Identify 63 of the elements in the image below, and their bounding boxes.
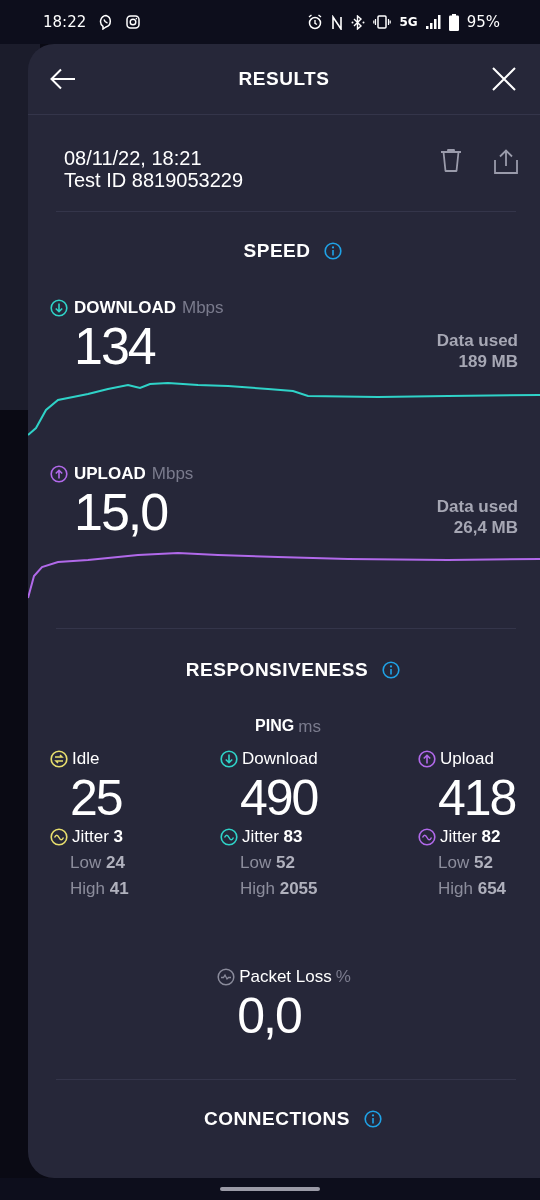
data-used-label: Data used bbox=[436, 496, 518, 517]
data-used-label: Data used bbox=[436, 330, 518, 351]
packet-loss-value: 0,0 bbox=[237, 987, 301, 1045]
high-text: High 2055 bbox=[239, 879, 319, 899]
jitter-text: Jitter 3 bbox=[72, 827, 124, 847]
packet-loss-icon bbox=[217, 968, 236, 986]
battery-icon bbox=[448, 13, 459, 31]
nfc-icon bbox=[331, 14, 344, 30]
ping-label: PING bbox=[255, 717, 295, 736]
close-button[interactable] bbox=[490, 65, 518, 93]
ping-value: 418 bbox=[437, 769, 517, 827]
signal-icon bbox=[425, 15, 441, 29]
screen-title: RESULTS bbox=[238, 68, 330, 90]
alarm-icon bbox=[307, 14, 324, 30]
unit-label: ms bbox=[298, 717, 321, 737]
section-title: CONNECTIONS bbox=[204, 1108, 350, 1130]
info-icon[interactable] bbox=[363, 1110, 382, 1128]
section-title: RESPONSIVENESS bbox=[185, 659, 369, 681]
ping-value: 490 bbox=[239, 769, 319, 827]
back-arrow-icon bbox=[50, 68, 76, 90]
unit-label: Mbps bbox=[151, 464, 194, 484]
close-icon bbox=[492, 67, 516, 91]
jitter-text: Jitter 83 bbox=[242, 827, 303, 847]
low-text: Low 24 bbox=[69, 853, 126, 873]
speed-value: 15,0 bbox=[74, 484, 168, 540]
bluetooth-icon bbox=[351, 14, 366, 30]
download-icon bbox=[50, 299, 68, 317]
data-used-value: 26,4 MB bbox=[453, 517, 518, 538]
metric-label: DOWNLOAD bbox=[74, 298, 176, 318]
info-icon[interactable] bbox=[382, 661, 401, 679]
clock-time: 18:22 bbox=[43, 13, 87, 31]
ping-type-label: Idle bbox=[72, 749, 100, 769]
high-text: High 654 bbox=[437, 879, 508, 899]
unit-label: % bbox=[335, 967, 351, 987]
jitter-text: Jitter 82 bbox=[440, 827, 501, 847]
share-icon bbox=[494, 149, 518, 174]
vibrate-icon bbox=[373, 15, 392, 29]
packet-loss-label: Packet Loss bbox=[239, 967, 332, 987]
ping-type-label: Upload bbox=[440, 749, 494, 769]
speed-value: 134 bbox=[74, 318, 155, 374]
jitter-icon bbox=[50, 828, 68, 846]
camera-icon bbox=[126, 15, 141, 29]
jitter-icon bbox=[220, 828, 238, 846]
low-text: Low 52 bbox=[239, 853, 296, 873]
ping-value: 25 bbox=[69, 769, 123, 827]
info-icon[interactable] bbox=[324, 242, 343, 260]
battery-percent: 95% bbox=[466, 13, 500, 31]
unit-label: Mbps bbox=[182, 298, 224, 318]
ping-type-label: Download bbox=[242, 749, 318, 769]
upload-icon bbox=[50, 465, 68, 483]
section-title: SPEED bbox=[243, 240, 311, 262]
high-text: High 41 bbox=[69, 879, 130, 899]
network-type: 5G bbox=[399, 15, 418, 29]
test-id: Test ID 8819053229 bbox=[64, 169, 244, 191]
low-text: Low 52 bbox=[437, 853, 494, 873]
trash-icon bbox=[440, 149, 462, 173]
jitter-icon bbox=[418, 828, 436, 846]
share-button[interactable] bbox=[492, 147, 520, 176]
metric-label: UPLOAD bbox=[74, 464, 146, 484]
test-date: 08/11/22, 18:21 bbox=[64, 147, 203, 169]
back-button[interactable] bbox=[48, 66, 78, 92]
delete-button[interactable] bbox=[438, 147, 464, 175]
data-used-value: 189 MB bbox=[458, 351, 518, 372]
